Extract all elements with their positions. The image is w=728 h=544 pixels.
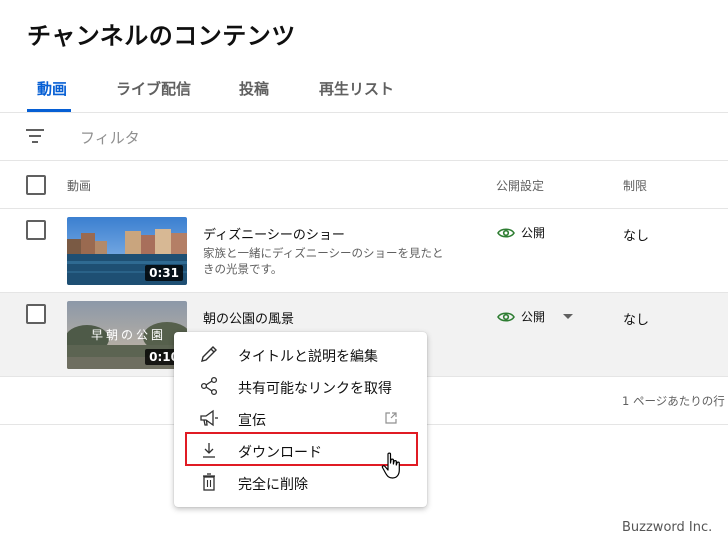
- row-checkbox[interactable]: [26, 304, 46, 324]
- video-duration: 0:31: [145, 265, 183, 281]
- share-icon: [200, 376, 218, 396]
- menu-item-edit[interactable]: タイトルと説明を編集: [174, 338, 427, 370]
- hand-cursor-icon: [381, 452, 400, 479]
- tab-videos[interactable]: 動画: [37, 78, 67, 99]
- restrictions-value: なし: [623, 313, 650, 328]
- restrictions-value: なし: [623, 229, 650, 244]
- filter-input[interactable]: フィルタ: [80, 127, 140, 148]
- menu-item-label: タイトルと説明を編集: [238, 349, 378, 365]
- external-link-icon: [385, 412, 397, 424]
- megaphone-icon: [200, 409, 218, 427]
- options-menu: タイトルと説明を編集 共有可能なリンクを取得 宣伝 ダウンロード 完全に削除: [174, 332, 427, 507]
- eye-icon: [497, 311, 515, 322]
- tab-posts[interactable]: 投稿: [239, 78, 269, 99]
- watermark: Buzzword Inc.: [622, 520, 713, 535]
- visibility-status[interactable]: 公開: [497, 224, 545, 241]
- header-restrictions[interactable]: 制限: [623, 177, 647, 194]
- menu-item-label: 完全に削除: [238, 477, 308, 493]
- select-all-checkbox[interactable]: [26, 175, 46, 195]
- row-checkbox[interactable]: [26, 220, 46, 240]
- page-title: チャンネルのコンテンツ: [27, 22, 296, 50]
- table-header: 動画 公開設定 制限: [0, 161, 728, 209]
- thumbnail-caption: 早朝の公園: [91, 328, 166, 342]
- visibility-dropdown-arrow-icon[interactable]: [563, 314, 573, 319]
- filter-lines-icon[interactable]: [26, 129, 44, 143]
- menu-item-promote[interactable]: 宣伝: [174, 402, 427, 434]
- visibility-status[interactable]: 公開: [497, 308, 545, 325]
- visibility-label: 公開: [521, 226, 546, 240]
- tab-live[interactable]: ライブ配信: [116, 78, 191, 99]
- table-row[interactable]: 0:31 ディズニーシーのショー 家族と一緒にディズニーシーのショーを見たときの…: [0, 209, 728, 293]
- video-description: 家族と一緒にディズニーシーのショーを見たときの光景です。: [203, 246, 444, 276]
- menu-item-label: 共有可能なリンクを取得: [238, 381, 392, 397]
- video-title[interactable]: ディズニーシーのショー: [203, 224, 345, 243]
- video-thumbnail[interactable]: 早朝の公園 0:10: [67, 301, 187, 369]
- header-visibility[interactable]: 公開設定: [496, 177, 544, 194]
- active-tab-indicator: [27, 109, 71, 112]
- tab-playlists[interactable]: 再生リスト: [319, 78, 394, 99]
- video-title[interactable]: 朝の公園の風景: [203, 308, 294, 327]
- visibility-label: 公開: [521, 310, 546, 324]
- rows-per-page-label: 1 ページあたりの行: [622, 394, 725, 408]
- filter-bar: フィルタ: [0, 113, 728, 161]
- eye-icon: [497, 227, 515, 238]
- pencil-icon: [201, 346, 217, 362]
- video-thumbnail[interactable]: 0:31: [67, 217, 187, 285]
- menu-item-share-link[interactable]: 共有可能なリンクを取得: [174, 370, 427, 402]
- header-video[interactable]: 動画: [67, 177, 91, 194]
- menu-item-label: 宣伝: [238, 413, 266, 429]
- tab-bar: 動画 ライブ配信 投稿 再生リスト: [0, 66, 728, 113]
- trash-icon: [203, 473, 215, 491]
